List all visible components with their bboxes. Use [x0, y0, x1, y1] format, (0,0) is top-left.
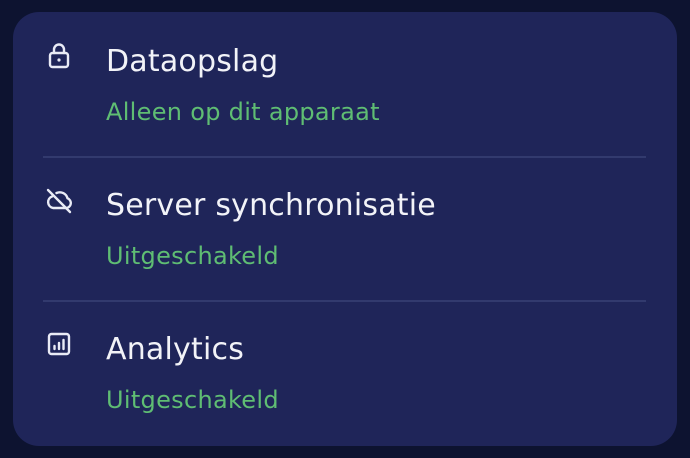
settings-item-value: Alleen op dit apparaat — [106, 98, 380, 126]
settings-item-value: Uitgeschakeld — [106, 242, 279, 270]
settings-item-server-sync[interactable]: Server synchronisatie Uitgeschakeld — [13, 156, 677, 300]
settings-item-label: Analytics — [106, 332, 245, 367]
lock-icon — [43, 40, 75, 72]
settings-item-value: Uitgeschakeld — [106, 386, 279, 414]
cloud-off-icon — [43, 184, 75, 216]
privacy-settings-card: Dataopslag Alleen op dit apparaat Server… — [13, 12, 677, 446]
settings-item-data-storage[interactable]: Dataopslag Alleen op dit apparaat — [13, 12, 677, 156]
analytics-icon — [43, 328, 75, 360]
settings-item-label: Dataopslag — [106, 44, 279, 79]
settings-item-analytics[interactable]: Analytics Uitgeschakeld — [13, 300, 677, 444]
settings-item-label: Server synchronisatie — [106, 188, 436, 223]
